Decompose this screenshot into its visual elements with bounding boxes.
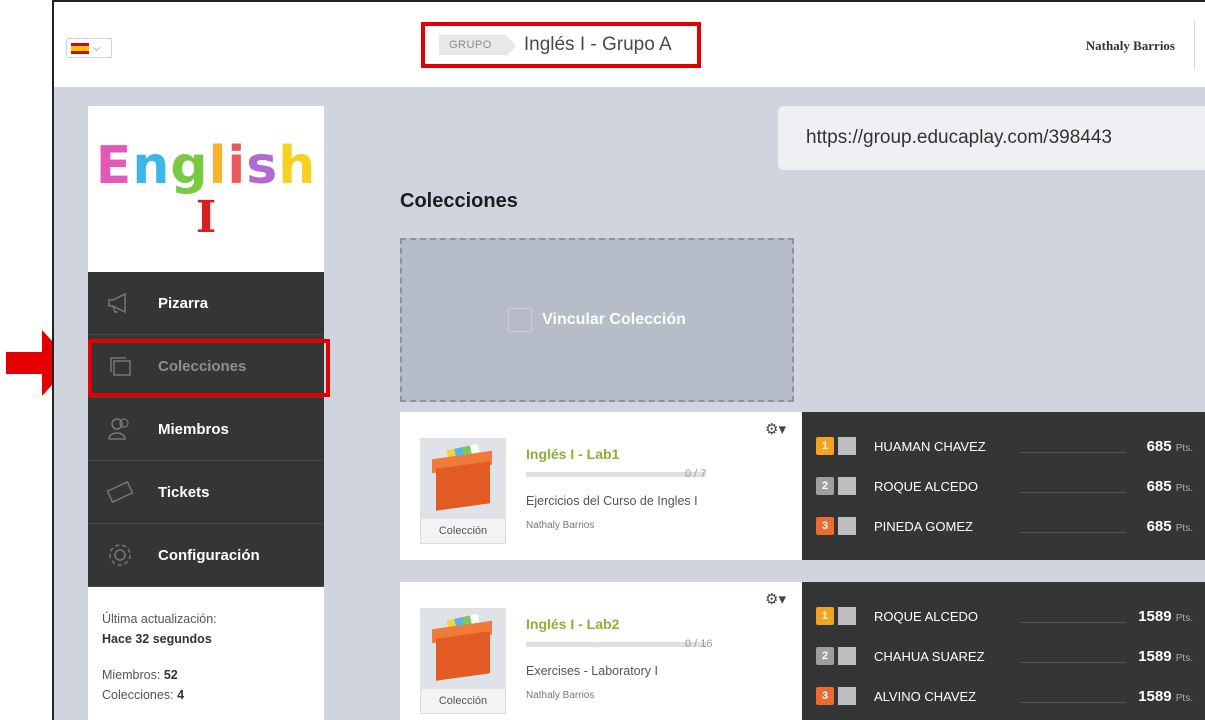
- ranking-row: 3 PINEDA GOMEZ 685 Pts.: [802, 506, 1205, 546]
- collection-type-label: Colección: [438, 695, 488, 707]
- group-url[interactable]: https://group.educaplay.com/398443: [778, 106, 1205, 170]
- collection-title[interactable]: Inglés I - Lab2: [526, 616, 619, 632]
- silver-medal-icon: 2: [816, 647, 834, 665]
- divider: [1194, 20, 1195, 70]
- app-frame: ⌵ GRUPO Inglés I - Grupo A Nathaly Barri…: [52, 0, 1205, 720]
- last-update-value: Hace 32 segundos: [102, 632, 212, 646]
- user-name[interactable]: Nathaly Barrios: [1086, 38, 1175, 54]
- bronze-medal-icon: 3: [816, 517, 834, 535]
- ranking-points: 1589 Pts.: [1138, 687, 1193, 705]
- chevron-down-icon: ⌵: [93, 42, 101, 54]
- ranking-row: 1 HUAMAN CHAVEZ 685 Pts.: [802, 426, 1205, 466]
- avatar: [838, 687, 856, 705]
- avatar: [838, 437, 856, 455]
- language-selector[interactable]: ⌵: [66, 38, 112, 58]
- progress-count: 0 / 16: [685, 638, 713, 650]
- collection-placeholder-icon: [508, 308, 533, 332]
- group-info: Última actualización: Hace 32 segundos M…: [88, 587, 324, 720]
- group-badge: GRUPO: [439, 35, 516, 57]
- collection-card[interactable]: Colección Inglés I - Lab2 0 / 16 Exercis…: [400, 582, 802, 720]
- gear-icon: [106, 541, 134, 569]
- collection-card[interactable]: Colección Inglés I - Lab1 0 / 7 Ejercici…: [400, 412, 802, 560]
- sidebar-item-tickets[interactable]: Tickets: [88, 461, 324, 524]
- settings-gear-icon[interactable]: ⚙▾: [765, 420, 786, 438]
- collections-value: 4: [177, 688, 185, 702]
- sidebar-nav: Pizarra Colecciones Miembros Tickets Con…: [88, 272, 330, 587]
- collection-thumbnail[interactable]: Colección: [420, 438, 506, 544]
- ranking-name: ROQUE ALCEDO: [874, 478, 979, 494]
- sidebar-item-label: Miembros: [158, 420, 229, 438]
- ranking-points: 685 Pts.: [1146, 517, 1193, 535]
- box-icon: [420, 439, 506, 519]
- bronze-medal-icon: 3: [816, 687, 834, 705]
- members-icon: [106, 415, 134, 443]
- ranking-points: 685 Pts.: [1146, 437, 1193, 455]
- sidebar-item-pizarra[interactable]: Pizarra: [88, 272, 324, 335]
- collection-title[interactable]: Inglés I - Lab1: [526, 446, 619, 462]
- spain-flag-icon: [71, 42, 89, 54]
- box-icon: [420, 609, 506, 689]
- logo-subtitle: I: [195, 191, 217, 243]
- ranking-name: PINEDA GOMEZ: [874, 518, 973, 534]
- group-logo: English I: [88, 106, 324, 272]
- ranking-panel: 1 HUAMAN CHAVEZ 685 Pts. 2 ROQUE ALCEDO …: [802, 412, 1205, 560]
- avatar: [838, 517, 856, 535]
- last-update-label: Última actualización:: [102, 612, 217, 626]
- collections-icon: [106, 352, 134, 380]
- collection-type-label: Colección: [438, 525, 488, 537]
- ranking-name: HUAMAN CHAVEZ: [874, 438, 986, 454]
- ranking-name: ROQUE ALCEDO: [874, 608, 979, 624]
- sidebar-item-label: Configuración: [158, 546, 260, 564]
- collection-thumbnail[interactable]: Colección: [420, 608, 506, 714]
- sidebar-item-label: Colecciones: [158, 357, 247, 375]
- sidebar-item-configuracion[interactable]: Configuración: [88, 524, 324, 587]
- top-bar: ⌵ GRUPO Inglés I - Grupo A Nathaly Barri…: [54, 2, 1205, 88]
- group-header: GRUPO Inglés I - Grupo A: [421, 22, 701, 68]
- ranking-row: 1 ROQUE ALCEDO 1589 Pts.: [802, 596, 1205, 636]
- ranking-points: 1589 Pts.: [1138, 607, 1193, 625]
- sidebar-item-miembros[interactable]: Miembros: [88, 398, 324, 461]
- progress-count: 0 / 7: [685, 468, 707, 480]
- megaphone-icon: [106, 289, 134, 317]
- avatar: [838, 477, 856, 495]
- sidebar-item-label: Pizarra: [158, 294, 209, 312]
- avatar: [838, 607, 856, 625]
- ticket-icon: [106, 478, 134, 506]
- collections-label: Colecciones:: [102, 688, 174, 702]
- sidebar-item-label: Tickets: [158, 483, 210, 501]
- link-collection-label: Vincular Colección: [542, 311, 686, 328]
- members-value: 52: [163, 668, 178, 682]
- collection-description: Exercises - Laboratory I: [526, 664, 658, 678]
- logo-word: English: [95, 135, 317, 196]
- group-title[interactable]: Inglés I - Grupo A: [524, 34, 672, 56]
- avatar: [838, 647, 856, 665]
- progress-bar: [526, 472, 706, 477]
- ranking-panel: 1 ROQUE ALCEDO 1589 Pts. 2 CHAHUA SUAREZ…: [802, 582, 1205, 720]
- gold-medal-icon: 1: [816, 437, 834, 455]
- ranking-row: 2 CHAHUA SUAREZ 1589 Pts.: [802, 636, 1205, 676]
- ranking-points: 685 Pts.: [1146, 477, 1193, 495]
- sidebar: English I Pizarra Colecciones Miembros T…: [88, 106, 330, 720]
- link-collection-button[interactable]: Vincular Colección: [400, 238, 794, 402]
- collection-author: Nathaly Barrios: [526, 690, 595, 701]
- ranking-name: ALVINO CHAVEZ: [874, 688, 977, 704]
- silver-medal-icon: 2: [816, 477, 834, 495]
- sidebar-item-colecciones[interactable]: Colecciones: [88, 335, 330, 398]
- settings-gear-icon[interactable]: ⚙▾: [765, 590, 786, 608]
- ranking-row: 3 ALVINO CHAVEZ 1589 Pts.: [802, 676, 1205, 716]
- collection-author: Nathaly Barrios: [526, 520, 595, 531]
- ranking-points: 1589 Pts.: [1138, 647, 1193, 665]
- collection-description: Ejercicios del Curso de Ingles I: [526, 494, 698, 508]
- ranking-name: CHAHUA SUAREZ: [874, 648, 985, 664]
- page-title: Colecciones: [400, 190, 518, 212]
- gold-medal-icon: 1: [816, 607, 834, 625]
- members-label: Miembros:: [102, 668, 161, 682]
- progress-bar: [526, 642, 706, 647]
- ranking-row: 2 ROQUE ALCEDO 685 Pts.: [802, 466, 1205, 506]
